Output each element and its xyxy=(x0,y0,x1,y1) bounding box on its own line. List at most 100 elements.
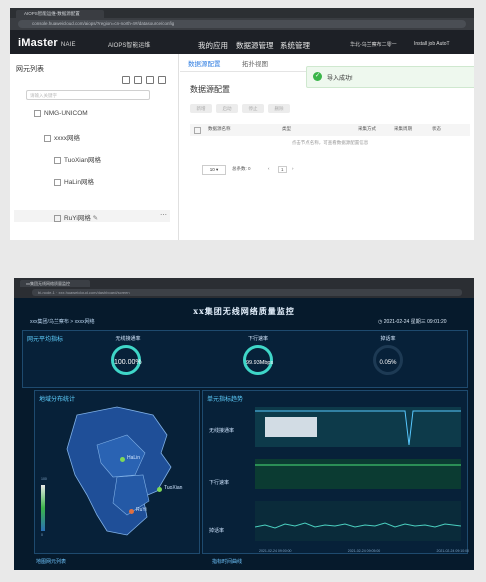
time-tick: 2021-02-24 09:00:00 xyxy=(259,549,292,553)
import-icon[interactable] xyxy=(122,76,130,84)
node-icon xyxy=(54,214,61,222)
start-button[interactable]: 启动 xyxy=(216,104,238,113)
expand-icon[interactable] xyxy=(34,110,41,117)
trend-row-label: 无线接通率 xyxy=(209,428,235,434)
ruyi-label: RuYi xyxy=(136,507,147,513)
tree-item-label: HaLin网格 xyxy=(64,179,94,186)
kpi-label: 掉话率 xyxy=(380,336,396,342)
kpi-label: 无线接通率 xyxy=(115,336,141,342)
browser-tabstrip: AIOPS智能运维-数据源配置 xyxy=(10,8,474,18)
tab-topology[interactable]: 拓扑视图 xyxy=(242,58,268,68)
section-title: 数据源配置 xyxy=(190,85,230,94)
page-number[interactable]: 1 xyxy=(278,166,287,173)
tab-datasource-config[interactable]: 数据源配置 xyxy=(188,58,221,72)
check-icon: ✓ xyxy=(313,72,322,81)
page-size-select[interactable]: 10 ▾ xyxy=(202,165,226,175)
col-type: 类型 xyxy=(282,126,291,131)
address-bar[interactable]: console.huaweicloud.com/aiops/?region=cn… xyxy=(18,20,466,28)
trend-chart[interactable] xyxy=(255,405,461,547)
success-toast: ✓ 导入成功! xyxy=(306,66,474,88)
more-icon[interactable]: ⋯ xyxy=(160,211,167,219)
dashboard-title: xx集团无线网络质量监控 xyxy=(193,306,295,316)
tree-item-ruyi[interactable]: RuYi网格 ✎ xyxy=(54,212,98,222)
region-map[interactable] xyxy=(57,405,177,545)
prev-page-icon[interactable]: ‹ xyxy=(268,166,270,171)
logo-sub: NAIE xyxy=(60,42,76,48)
menu-system[interactable]: 系统管理 xyxy=(280,40,310,51)
node-icon xyxy=(54,178,61,186)
edit-icon[interactable]: ✎ xyxy=(93,215,98,222)
tuoxian-marker[interactable] xyxy=(157,487,162,492)
time-axis: 2021-02-24 09:00:00 2021-02-24 09:05:00 … xyxy=(259,549,469,553)
map-panel: 地域分布统计 HaLin TuoXian RuYi 100 0 xyxy=(34,390,200,554)
search-input[interactable]: 请输入关键字 xyxy=(26,90,150,100)
tree-root[interactable]: NMG-UNICOM xyxy=(34,110,88,117)
logo-text: iMaster xyxy=(18,37,58,49)
tree-item-tuoxian[interactable]: TuoXian网格 xyxy=(54,154,101,164)
col-method: 采集方式 xyxy=(358,126,376,131)
tree-root-label: NMG-UNICOM xyxy=(44,110,88,118)
region-selector[interactable]: 华北-乌兰察布二零一 xyxy=(350,41,397,48)
clock: ◷ 2021-02-24 星期三 09:01:20 xyxy=(378,318,447,325)
select-all-checkbox[interactable] xyxy=(194,127,201,134)
ne-list-panel: 网元列表 请输入关键字 NMG-UNICOM xxxx网络 TuoXian网格 … xyxy=(10,54,179,240)
tuoxian-label: TuoXian xyxy=(164,485,183,491)
clock-text: 2021-02-24 星期三 09:01:20 xyxy=(383,319,447,325)
breadcrumb: xxx集团/乌兰察布 > xxxx网络 xyxy=(30,319,95,325)
browser-chrome: xx集团无线网络质量监控 bi-node-1 · xxx.huaweicloud… xyxy=(14,278,474,298)
kpi-value: 99.93Mbps xyxy=(246,360,274,366)
table-header: 数据源名称 类型 采集方式 采集周期 状态 xyxy=(190,124,470,136)
tooltip xyxy=(265,417,317,437)
aiops-console-screenshot: AIOPS智能运维-数据源配置 console.huaweicloud.com/… xyxy=(10,8,474,240)
footer-right-title: 指标时间曲线 xyxy=(212,559,243,565)
col-name: 数据源名称 xyxy=(208,126,231,131)
next-page-icon[interactable]: › xyxy=(292,166,294,171)
stop-button[interactable]: 停止 xyxy=(242,104,264,113)
trend-title: 单元指标趋势 xyxy=(207,397,244,403)
total-count: 总条数: 0 xyxy=(232,166,251,171)
address-bar[interactable]: bi-node-1 · xxx.huaweicloud.com/dashboar… xyxy=(32,289,462,296)
legend-max: 100 xyxy=(41,477,47,481)
imaster-logo[interactable]: iMaster NAIE xyxy=(18,37,76,49)
add-icon[interactable] xyxy=(158,76,166,84)
delete-button[interactable]: 删除 xyxy=(268,104,290,113)
kpi-title: 网元平均指标 xyxy=(27,337,64,343)
col-period: 采集周期 xyxy=(394,126,412,131)
time-tick: 2021-02-24 09:10:00 xyxy=(436,549,470,553)
monitor-dashboard-screenshot: xx集团无线网络质量监控 bi-node-1 · xxx.huaweicloud… xyxy=(14,278,474,570)
map-title: 地域分布统计 xyxy=(39,397,76,403)
kpi-ring-downlink: 99.93Mbps xyxy=(243,345,273,375)
tree-group-label: xxxx网络 xyxy=(54,135,80,142)
product-name: AIOPS智能运维 xyxy=(108,43,151,49)
kpi-ring-access: 100.00% xyxy=(111,345,142,375)
user-menu[interactable]: Install job AutoT xyxy=(414,41,450,47)
tree-group[interactable]: xxxx网络 xyxy=(44,132,80,142)
trend-row-label: 下行速率 xyxy=(209,480,230,486)
kpi-panel: 网元平均指标 无线接通率 100.00% 下行速率 99.93Mbps 掉话率 … xyxy=(22,330,468,388)
kpi-value: 0.05% xyxy=(379,360,397,366)
trend-panel: 单元指标趋势 无线接通率 下行速率 掉话率 2021-02-24 09:00:0… xyxy=(202,390,469,554)
ruyi-marker[interactable] xyxy=(129,509,134,514)
toast-message: 导入成功! xyxy=(327,76,353,82)
kpi-ring-drop: 0.05% xyxy=(373,345,403,375)
halin-label: HaLin xyxy=(127,455,141,461)
expand-icon[interactable] xyxy=(44,134,51,142)
browser-tab[interactable]: xx集团无线网络质量监控 xyxy=(20,280,90,287)
menu-my-apps[interactable]: 我的应用 xyxy=(198,40,228,51)
panel-title: 网元列表 xyxy=(16,66,44,73)
kpi-label: 下行速率 xyxy=(247,336,268,342)
legend-min: 0 xyxy=(41,533,43,537)
footer-left-title: 地图网元列表 xyxy=(36,559,67,565)
node-icon xyxy=(54,156,61,164)
col-status: 状态 xyxy=(432,126,441,131)
refresh-icon[interactable] xyxy=(134,76,142,84)
top-navbar: iMaster NAIE AIOPS智能运维 我的应用 数据源管理 系统管理 华北… xyxy=(10,30,474,56)
kpi-value: 100.00% xyxy=(114,359,142,366)
halin-marker[interactable] xyxy=(120,457,125,462)
browser-tab[interactable]: AIOPS智能运维-数据源配置 xyxy=(16,10,104,18)
page-size-value: 10 xyxy=(209,167,215,172)
delete-icon[interactable] xyxy=(146,76,154,84)
tree-item-halin[interactable]: HaLin网格 xyxy=(54,176,94,186)
add-button[interactable]: 新增 xyxy=(190,104,212,113)
color-legend xyxy=(41,485,45,531)
